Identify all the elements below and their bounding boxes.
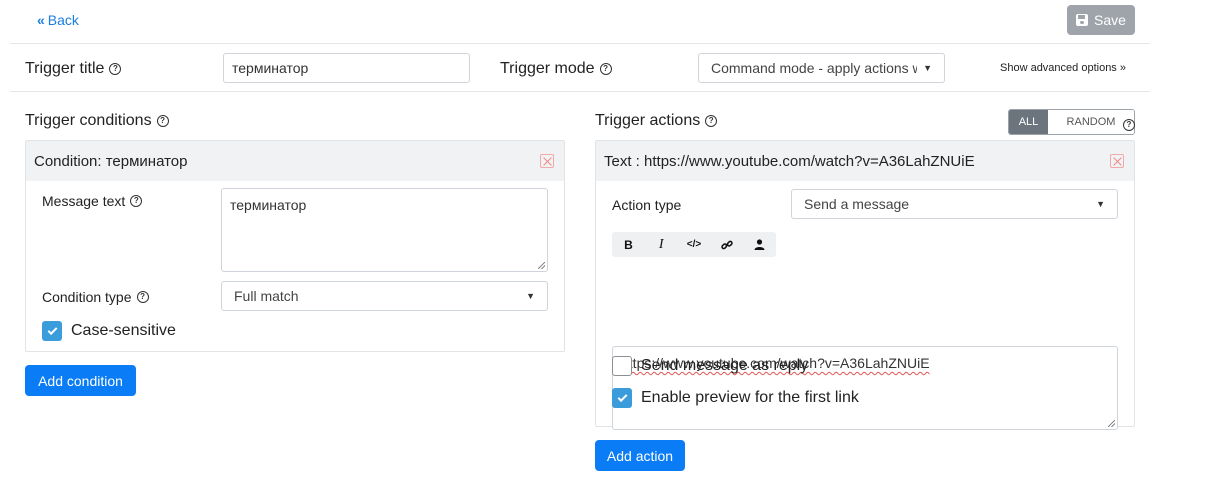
- condition-type-label-text: Condition type: [42, 289, 132, 305]
- code-icon[interactable]: </>: [678, 232, 711, 257]
- send-as-reply-checkbox[interactable]: [612, 356, 632, 376]
- checkmark-icon: [47, 324, 57, 335]
- link-icon[interactable]: [710, 232, 743, 257]
- action-type-select[interactable]: Send a message ▼: [791, 189, 1118, 219]
- mode-all-button[interactable]: ALL: [1009, 110, 1048, 134]
- trigger-mode-select[interactable]: Command mode - apply actions w ▼: [698, 53, 945, 83]
- save-label: Save: [1094, 12, 1126, 28]
- condition-type-select[interactable]: Full match ▼: [221, 281, 548, 311]
- condition-type-value: Full match: [234, 288, 299, 304]
- close-icon[interactable]: [1110, 154, 1124, 168]
- trigger-title-input[interactable]: терминатор: [223, 53, 470, 83]
- trigger-title-value: терминатор: [232, 60, 309, 76]
- help-icon[interactable]: ?: [599, 63, 612, 75]
- close-icon[interactable]: [540, 154, 554, 168]
- save-button[interactable]: Save: [1067, 5, 1135, 35]
- action-type-label: Action type: [612, 197, 681, 213]
- bold-icon[interactable]: B: [612, 232, 645, 257]
- actions-mode-help[interactable]: ?: [1123, 114, 1135, 132]
- back-label: Back: [47, 12, 79, 28]
- message-text-label-text: Message text: [42, 193, 126, 209]
- trigger-conditions-heading: Trigger conditions ?: [25, 112, 169, 130]
- double-chevron-left-icon: «: [37, 12, 45, 28]
- send-as-reply-label: Send message as reply: [641, 357, 809, 374]
- trigger-actions-heading: Trigger actions ?: [595, 112, 718, 130]
- help-icon[interactable]: ?: [1123, 119, 1135, 131]
- condition-title: Condition: терминатор: [34, 152, 188, 170]
- trigger-title-label: Trigger title ?: [25, 60, 122, 78]
- user-icon[interactable]: [743, 232, 776, 257]
- trigger-mode-text: Trigger mode: [500, 60, 595, 77]
- message-text-label: Message text ?: [42, 193, 143, 209]
- help-icon[interactable]: ?: [156, 115, 169, 127]
- format-toolbar: B I </>: [612, 232, 776, 257]
- checkmark-icon: [617, 391, 627, 402]
- enable-preview-checkbox[interactable]: [612, 388, 632, 408]
- caret-down-icon: ▼: [526, 291, 535, 301]
- help-icon[interactable]: ?: [136, 291, 149, 303]
- case-sensitive-checkbox[interactable]: [42, 321, 62, 341]
- case-sensitive-label: Case-sensitive: [71, 322, 176, 339]
- action-type-value: Send a message: [804, 196, 910, 212]
- message-text-input[interactable]: терминатор: [221, 188, 548, 272]
- action-title: Text : https://www.youtube.com/watch?v=A…: [604, 152, 975, 170]
- action-type-label-text: Action type: [612, 197, 682, 213]
- condition-type-label: Condition type ?: [42, 289, 149, 305]
- add-action-button[interactable]: Add action: [595, 440, 685, 471]
- trigger-title-text: Trigger title: [25, 60, 105, 77]
- enable-preview-row[interactable]: Enable preview for the first link: [612, 388, 859, 408]
- add-condition-button[interactable]: Add condition: [25, 365, 136, 396]
- trigger-mode-label: Trigger mode ?: [500, 60, 612, 78]
- resize-handle-icon[interactable]: [1108, 420, 1115, 427]
- trigger-actions-text: Trigger actions: [595, 112, 701, 129]
- mode-random-button[interactable]: RANDOM: [1048, 110, 1134, 134]
- condition-header: Condition: терминатор: [26, 141, 564, 181]
- floppy-disk-icon: [1076, 14, 1089, 26]
- show-advanced-link[interactable]: Show advanced options »: [1000, 62, 1126, 74]
- case-sensitive-row[interactable]: Case-sensitive: [42, 321, 176, 341]
- divider: [10, 91, 1150, 92]
- action-header: Text : https://www.youtube.com/watch?v=A…: [596, 141, 1134, 181]
- trigger-conditions-text: Trigger conditions: [25, 112, 152, 129]
- caret-down-icon: ▼: [923, 63, 932, 73]
- resize-handle-icon[interactable]: [538, 262, 545, 269]
- italic-icon[interactable]: I: [645, 232, 678, 257]
- caret-down-icon: ▼: [1096, 199, 1105, 209]
- back-link[interactable]: « Back: [37, 12, 79, 28]
- help-icon[interactable]: ?: [109, 63, 122, 75]
- message-text-value: терминатор: [230, 197, 307, 213]
- help-icon[interactable]: ?: [130, 195, 143, 207]
- trigger-mode-value: Command mode - apply actions w: [711, 60, 918, 76]
- actions-mode-toggle: ALL RANDOM: [1008, 109, 1135, 135]
- divider: [10, 43, 1150, 44]
- enable-preview-label: Enable preview for the first link: [641, 389, 859, 406]
- send-as-reply-row[interactable]: Send message as reply: [612, 356, 808, 376]
- help-icon[interactable]: ?: [705, 115, 718, 127]
